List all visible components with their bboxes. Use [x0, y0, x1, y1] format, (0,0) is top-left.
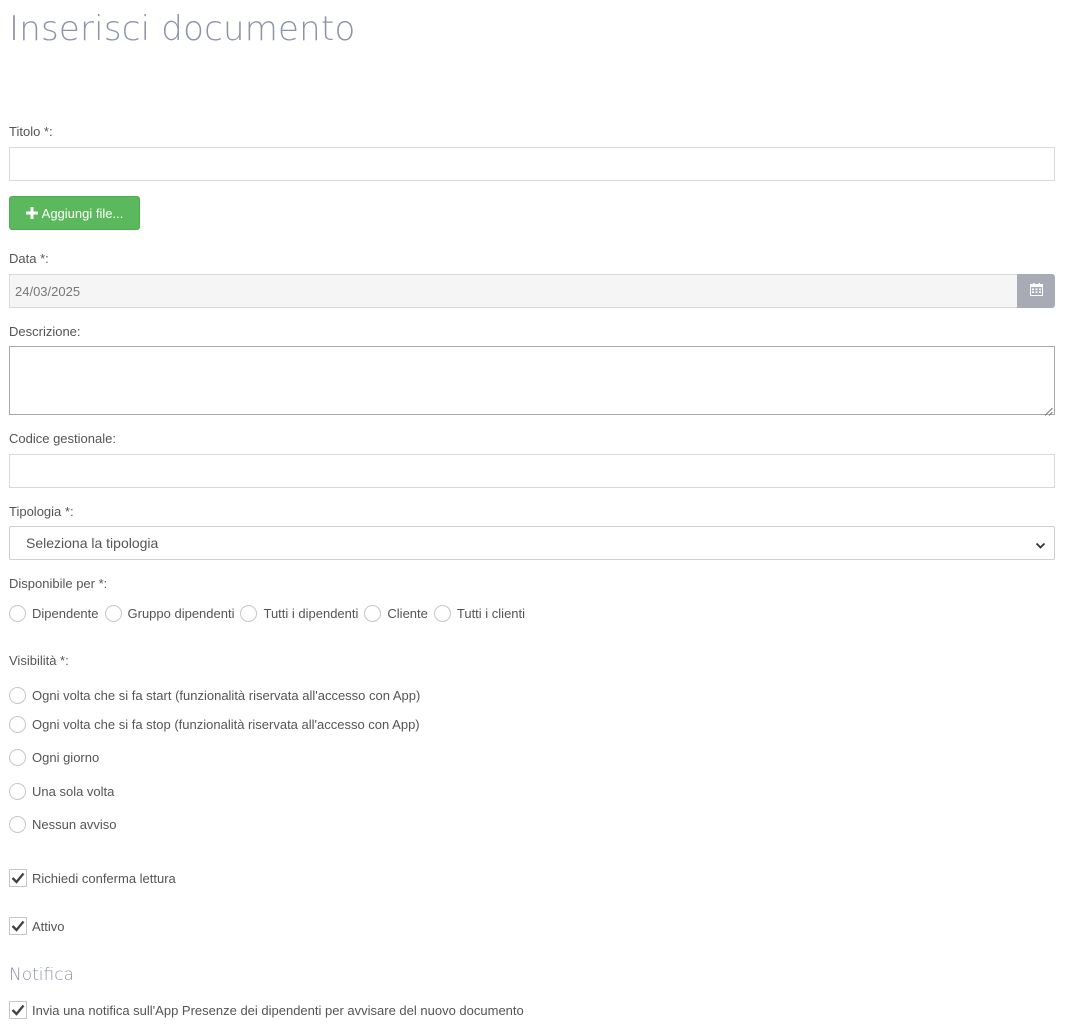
disponibile-per-label: Disponibile per *:: [9, 576, 108, 591]
visibilita-option-start: Ogni volta che si fa start (funzionalità…: [9, 685, 420, 705]
calendar-button[interactable]: [1017, 274, 1055, 308]
richiedi-conferma-checkbox[interactable]: [9, 869, 27, 887]
radio-label-tutti-i-clienti: Tutti i clienti: [456, 605, 526, 621]
richiedi-conferma-label: Richiedi conferma lettura: [32, 870, 176, 886]
radio-label-visibilita-una-sola-volta: Una sola volta: [32, 783, 115, 799]
calendar-icon: [1029, 283, 1043, 299]
tipologia-label: Tipologia *:: [9, 504, 74, 519]
titolo-label: Titolo *:: [9, 124, 53, 139]
descrizione-textarea[interactable]: [9, 346, 1055, 416]
titolo-input[interactable]: [9, 147, 1055, 181]
radio-label-visibilita-start: Ogni volta che si fa start (funzionalità…: [32, 687, 421, 703]
radio-visibilita-una-sola-volta[interactable]: [9, 782, 26, 800]
radio-label-cliente: Cliente: [387, 605, 428, 621]
radio-gruppo-dipendenti[interactable]: [104, 604, 122, 622]
checkmark-icon: [11, 872, 25, 884]
codice-gestionale-input[interactable]: [9, 454, 1055, 488]
tipologia-select[interactable]: Seleziona la tipologia: [9, 526, 1055, 560]
invia-notifica-checkbox[interactable]: [9, 1001, 27, 1019]
radio-label-dipendente: Dipendente: [32, 605, 99, 621]
radio-cliente[interactable]: [364, 604, 382, 622]
checkmark-icon: [11, 920, 25, 932]
visibilita-option-stop: Ogni volta che si fa stop (funzionalità …: [9, 714, 420, 734]
radio-label-visibilita-nessun-avviso: Nessun avviso: [32, 816, 117, 832]
visibilita-option-nessun-avviso: Nessun avviso: [9, 814, 117, 834]
radio-visibilita-ogni-giorno[interactable]: [9, 748, 26, 766]
radio-label-tutti-i-dipendenti: Tutti i dipendenti: [263, 605, 359, 621]
add-file-button[interactable]: Aggiungi file...: [9, 196, 140, 230]
radio-label-gruppo-dipendenti: Gruppo dipendenti: [127, 605, 235, 621]
invia-notifica-option: Invia una notifica sull'App Presenze dei…: [9, 1000, 524, 1020]
date-input[interactable]: 24/03/2025: [9, 274, 1018, 308]
chevron-down-icon: [1035, 538, 1046, 554]
checkmark-icon: [11, 1004, 25, 1016]
visibilita-option-una-sola-volta: Una sola volta: [9, 781, 114, 801]
radio-dipendente[interactable]: [9, 604, 26, 622]
radio-visibilita-nessun-avviso[interactable]: [9, 815, 26, 833]
plus-icon: [25, 207, 38, 219]
tipologia-selected: Seleziona la tipologia: [26, 535, 159, 551]
visibilita-option-ogni-giorno: Ogni giorno: [9, 747, 99, 767]
radio-visibilita-stop[interactable]: [9, 715, 26, 733]
richiedi-conferma-option: Richiedi conferma lettura: [9, 868, 176, 888]
radio-tutti-i-clienti[interactable]: [433, 604, 451, 622]
codice-gestionale-label: Codice gestionale:: [9, 431, 116, 446]
radio-label-visibilita-ogni-giorno: Ogni giorno: [32, 749, 100, 765]
add-file-label: Aggiungi file...: [41, 205, 124, 221]
visibilita-label: Visibilità *:: [9, 653, 69, 668]
notifica-heading: Notifica: [9, 965, 74, 985]
disponibile-per-group: Dipendente Gruppo dipendenti Tutti i dip…: [9, 603, 531, 623]
radio-visibilita-start[interactable]: [9, 686, 26, 704]
resize-grip-icon[interactable]: [1044, 404, 1053, 416]
attivo-option: Attivo: [9, 916, 65, 936]
attivo-checkbox[interactable]: [9, 917, 27, 935]
descrizione-label: Descrizione:: [9, 324, 81, 339]
data-label: Data *:: [9, 251, 49, 266]
radio-label-visibilita-stop: Ogni volta che si fa stop (funzionalità …: [32, 716, 420, 732]
invia-notifica-label: Invia una notifica sull'App Presenze dei…: [32, 1002, 524, 1018]
radio-tutti-i-dipendenti[interactable]: [240, 604, 258, 622]
page-title: Inserisci documento: [9, 9, 356, 49]
date-value: 24/03/2025: [15, 283, 81, 299]
attivo-label: Attivo: [32, 918, 65, 934]
